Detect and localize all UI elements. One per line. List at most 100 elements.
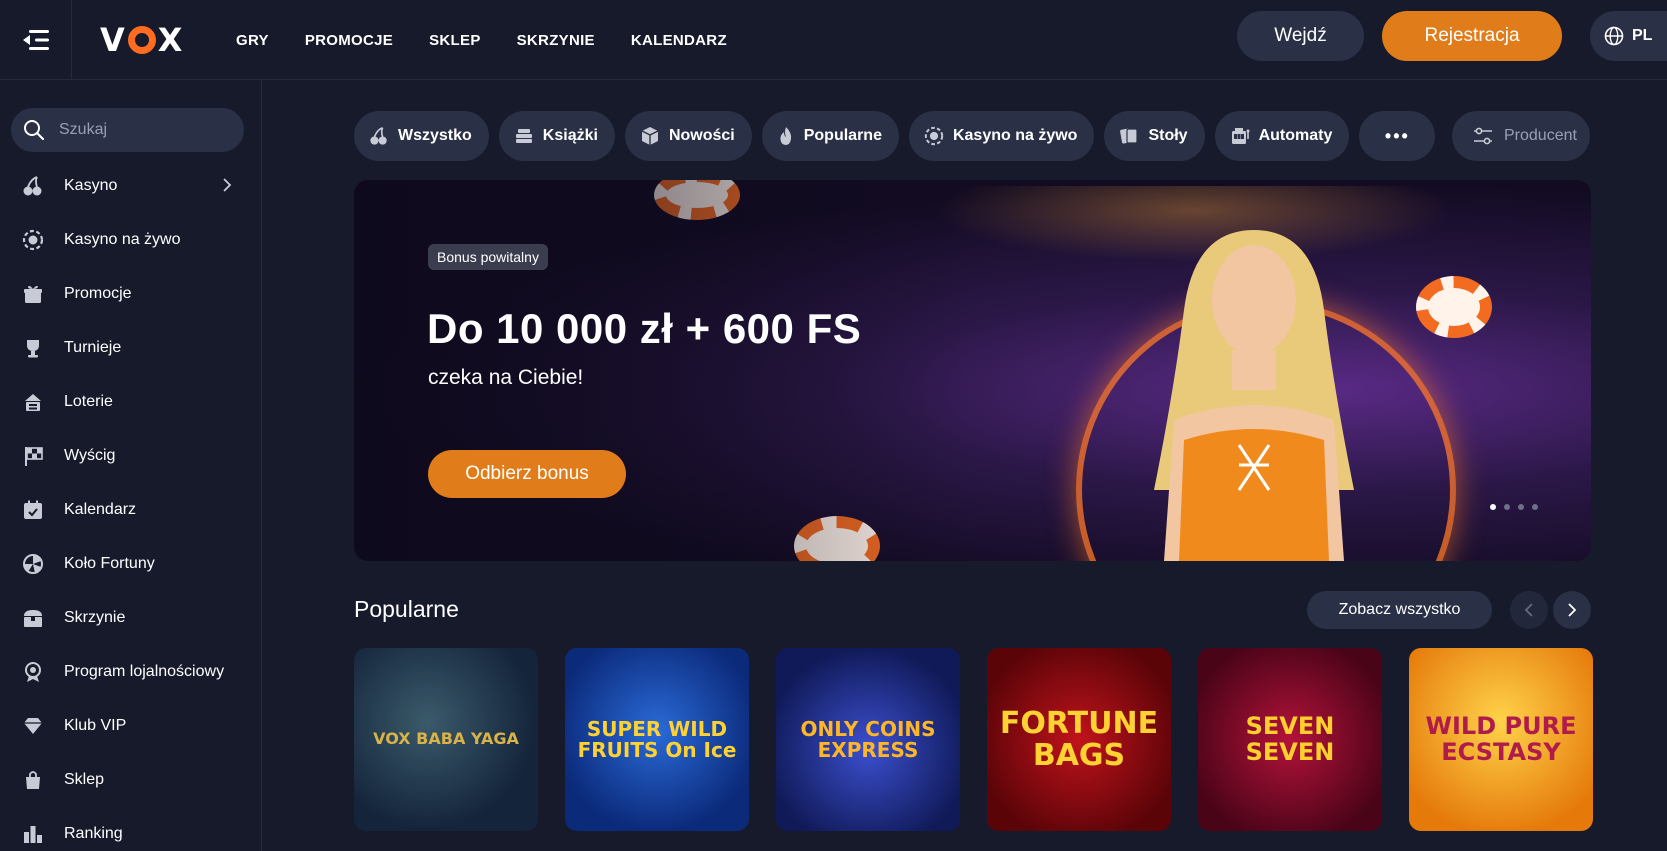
sidebar-item-ranking[interactable]: Ranking: [0, 807, 262, 851]
menu-toggle-icon[interactable]: [0, 0, 72, 80]
carousel-dot[interactable]: [1518, 504, 1524, 510]
producer-label: Producent: [1504, 127, 1577, 144]
filter-sliders-icon: [1474, 127, 1492, 145]
tab-label: Nowości: [668, 127, 735, 144]
bag-icon: [22, 769, 44, 791]
fire-icon: [780, 127, 791, 145]
carousel-next-button[interactable]: [1553, 591, 1591, 629]
top-nav: GRY PROMOCJE SKLEP SKRZYNIE KALENDARZ: [236, 0, 763, 80]
game-tile[interactable]: VOX BABA YAGA: [354, 648, 538, 831]
tab-label: Automaty: [1258, 127, 1333, 144]
sidebar-item-kasyno[interactable]: Kasyno: [0, 159, 262, 213]
sidebar: Kasyno Kasyno na żywo Promocje Turnieje …: [0, 80, 262, 851]
chevron-right-icon: [223, 178, 232, 192]
game-title: SUPER WILD FRUITS On Ice: [577, 716, 737, 762]
ranking-icon: [22, 823, 44, 845]
promo-banner[interactable]: Bonus powitalny Do 10 000 zł + 600 FS cz…: [354, 180, 1591, 561]
category-tabs: Wszystko Książki Nowości Popularne Kasyn…: [354, 111, 1436, 161]
sidebar-item-kolo-fortuny[interactable]: Koło Fortuny: [0, 537, 262, 591]
sidebar-item-program-lojalnosciowy[interactable]: Program lojalnościowy: [0, 645, 262, 699]
login-button[interactable]: Wejdź: [1237, 11, 1364, 61]
gift-icon: [22, 283, 44, 305]
nav-gry[interactable]: GRY: [236, 32, 269, 49]
sidebar-item-sklep[interactable]: Sklep: [0, 753, 262, 807]
sidebar-item-skrzynie[interactable]: Skrzynie: [0, 591, 262, 645]
game-tile[interactable]: ONLY COINS EXPRESS: [776, 648, 960, 831]
sidebar-item-label: Loterie: [64, 393, 113, 410]
sidebar-item-klub-vip[interactable]: Klub VIP: [0, 699, 262, 753]
section-title-popular: Popularne: [354, 596, 459, 622]
sidebar-item-label: Kasyno na żywo: [64, 231, 181, 248]
carousel-dot[interactable]: [1504, 504, 1510, 510]
trophy-icon: [22, 337, 44, 359]
carousel-prev-button[interactable]: [1510, 591, 1548, 629]
search-input[interactable]: [59, 121, 219, 139]
lottery-icon: [22, 391, 44, 413]
search-box[interactable]: [11, 108, 244, 152]
sidebar-item-label: Turnieje: [64, 339, 122, 356]
tab-label: Stoły: [1148, 127, 1188, 144]
language-selector[interactable]: PL: [1590, 11, 1667, 61]
poker-chip-image: [1416, 276, 1492, 338]
cherries-icon: [22, 175, 44, 197]
sidebar-item-promocje[interactable]: Promocje: [0, 267, 262, 321]
nav-kalendarz[interactable]: KALENDARZ: [631, 32, 727, 49]
diamond-icon: [22, 715, 44, 737]
game-tile[interactable]: SEVEN SEVEN: [1198, 648, 1382, 831]
tab-nowosci[interactable]: Nowości: [624, 111, 752, 161]
nav-promocje[interactable]: PROMOCJE: [305, 32, 393, 49]
sidebar-item-label: Wyścig: [64, 447, 116, 464]
sidebar-menu: Kasyno Kasyno na żywo Promocje Turnieje …: [0, 159, 262, 851]
sidebar-item-label: Kasyno: [64, 177, 118, 194]
producer-filter-button[interactable]: Producent: [1452, 111, 1590, 161]
tab-label: Popularne: [803, 127, 882, 144]
game-title: VOX BABA YAGA: [373, 729, 519, 749]
more-categories-button[interactable]: •••: [1359, 111, 1436, 161]
chip-icon: [924, 126, 944, 146]
sidebar-item-kalendarz[interactable]: Kalendarz: [0, 483, 262, 537]
tab-kasyno-na-zywo[interactable]: Kasyno na żywo: [908, 111, 1095, 161]
tab-popularne[interactable]: Popularne: [761, 111, 899, 161]
carousel-dots: [1490, 504, 1538, 510]
game-tile[interactable]: SUPER WILD FRUITS On Ice: [565, 648, 749, 831]
vox-logo[interactable]: VX: [100, 21, 183, 59]
medal-icon: [22, 661, 44, 683]
nav-skrzynie[interactable]: SKRZYNIE: [517, 32, 595, 49]
chest-icon: [22, 607, 44, 629]
game-title: FORTUNE BAGS: [999, 706, 1159, 773]
sidebar-item-kasyno-na-zywo[interactable]: Kasyno na żywo: [0, 213, 262, 267]
search-icon: [24, 120, 45, 141]
tab-label: Wszystko: [398, 127, 472, 144]
see-all-button[interactable]: Zobacz wszystko: [1307, 591, 1492, 629]
carousel-dot[interactable]: [1532, 504, 1538, 510]
game-title: SEVEN SEVEN: [1245, 712, 1335, 766]
sidebar-item-label: Sklep: [64, 771, 105, 788]
carousel-dot[interactable]: [1490, 504, 1496, 510]
more-dots-icon: •••: [1384, 125, 1410, 146]
sidebar-item-label: Ranking: [64, 825, 123, 842]
sidebar-item-wyscig[interactable]: Wyścig: [0, 429, 262, 483]
bonus-badge: Bonus powitalny: [428, 244, 548, 270]
tab-stoly[interactable]: Stoły: [1104, 111, 1205, 161]
claim-bonus-button[interactable]: Odbierz bonus: [428, 450, 626, 498]
main-content: Wszystko Książki Nowości Popularne Kasyn…: [262, 80, 1667, 851]
globe-icon: [1604, 26, 1624, 46]
chip-icon: [22, 229, 44, 251]
register-button[interactable]: Rejestracja: [1382, 11, 1562, 61]
chevron-right-icon: [1568, 603, 1577, 617]
tab-ksiazki[interactable]: Książki: [498, 111, 615, 161]
tab-wszystko[interactable]: Wszystko: [354, 111, 489, 161]
nav-sklep[interactable]: SKLEP: [429, 32, 481, 49]
cherries-icon: [370, 127, 387, 145]
tab-automaty[interactable]: Automaty: [1214, 111, 1350, 161]
sidebar-item-label: Promocje: [64, 285, 132, 302]
sidebar-item-loterie[interactable]: Loterie: [0, 375, 262, 429]
tab-label: Kasyno na żywo: [952, 127, 1078, 144]
sidebar-item-label: Kalendarz: [64, 501, 137, 518]
sidebar-item-label: Klub VIP: [64, 717, 127, 734]
hostess-image: [1154, 230, 1354, 561]
sidebar-item-turnieje[interactable]: Turnieje: [0, 321, 262, 375]
game-tile[interactable]: WILD PURE ECSTASY: [1409, 648, 1593, 831]
game-tile[interactable]: FORTUNE BAGS: [987, 648, 1171, 831]
calendar-icon: [22, 499, 44, 521]
